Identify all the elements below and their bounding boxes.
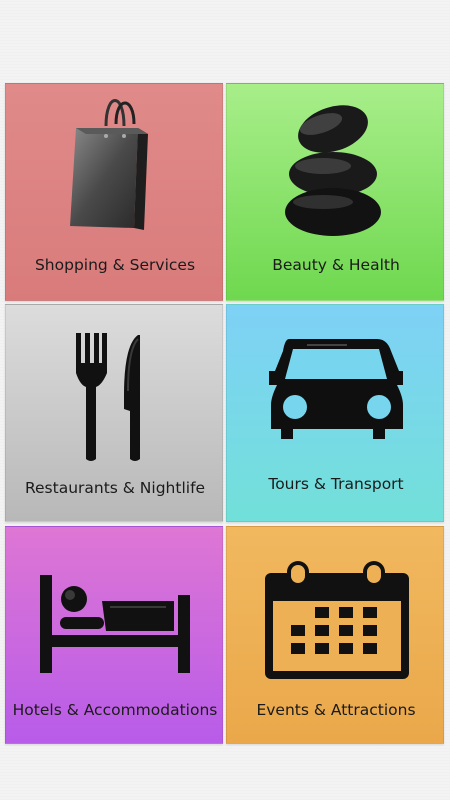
bed-icon	[40, 575, 190, 673]
tile-label: Restaurants & Nightlife	[24, 479, 206, 497]
tile-hotels-accommodations[interactable]: Hotels & Accommodations	[5, 526, 223, 744]
car-icon	[269, 339, 403, 439]
category-grid-screen: Shopping & Services Beauty & Health Rest…	[0, 0, 450, 800]
calendar-icon	[265, 561, 409, 679]
tile-tours-transport[interactable]: Tours & Transport	[226, 304, 444, 522]
shopping-bag-icon	[70, 99, 148, 230]
tile-label: Shopping & Services	[34, 256, 196, 274]
tile-label: Events & Attractions	[256, 701, 416, 719]
tile-shopping-services[interactable]: Shopping & Services	[5, 83, 223, 301]
tile-beauty-health[interactable]: Beauty & Health	[226, 83, 444, 301]
stacked-stones-icon	[285, 105, 381, 236]
tile-label: Tours & Transport	[268, 475, 404, 493]
tile-label: Beauty & Health	[272, 256, 400, 274]
tile-label: Hotels & Accommodations	[12, 701, 218, 719]
tile-events-attractions[interactable]: Events & Attractions	[226, 526, 444, 744]
tile-restaurants-nightlife[interactable]: Restaurants & Nightlife	[5, 304, 223, 522]
fork-knife-icon	[76, 333, 140, 461]
